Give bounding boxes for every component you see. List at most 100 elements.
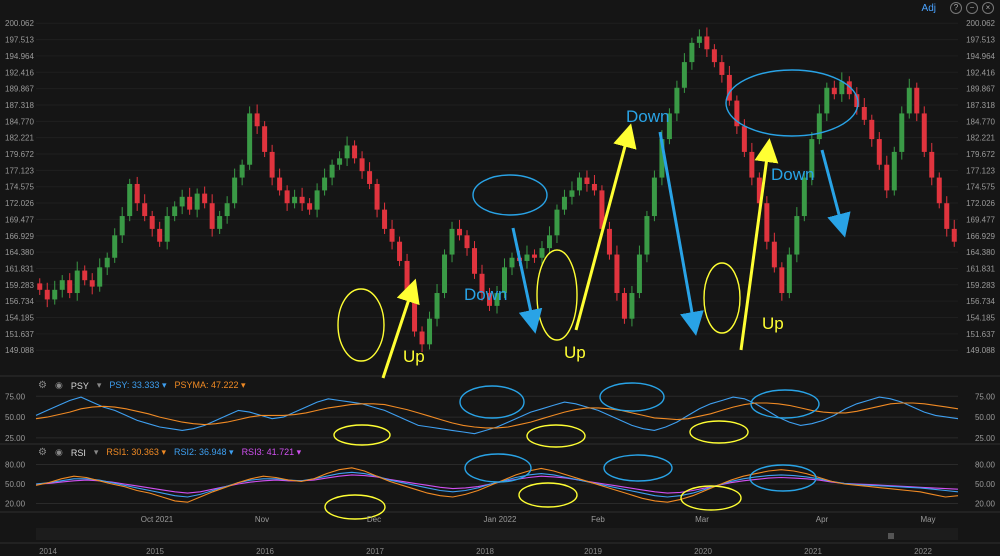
price-tick-label-left: 154.185	[5, 313, 34, 322]
trend-arrow	[820, 149, 851, 238]
candle-bull	[322, 177, 328, 191]
candle-bear	[359, 158, 365, 172]
year-label: 2021	[804, 547, 822, 556]
candle-bull	[539, 248, 545, 258]
highlight-ellipse	[472, 174, 548, 216]
price-tick-label-left: 172.026	[5, 199, 34, 208]
price-tick-label-right: 172.026	[966, 199, 995, 208]
adj-toggle[interactable]: Adj	[922, 3, 936, 14]
candle-bear	[142, 203, 148, 217]
price-tick-label-right: 179.672	[966, 150, 995, 159]
candle-bull	[292, 196, 298, 204]
candle-bull	[194, 193, 200, 210]
price-tick-label-left: 194.964	[5, 52, 34, 61]
gear-icon[interactable]: ⚙	[38, 447, 47, 458]
minimize-icon[interactable]: −	[966, 2, 978, 14]
candle-bear	[187, 196, 193, 210]
annotation-label: Up	[564, 343, 586, 362]
visibility-icon[interactable]: ◉	[55, 380, 63, 391]
candle-bear	[584, 177, 590, 184]
candle-bear	[921, 113, 927, 152]
candle-bear	[936, 177, 942, 204]
price-tick-label-right: 174.575	[966, 183, 995, 192]
highlight-ellipse	[599, 382, 665, 412]
candle-bear	[202, 193, 208, 204]
candle-bull	[794, 216, 800, 255]
gear-icon[interactable]: ⚙	[38, 380, 47, 391]
candle-bear	[704, 36, 710, 50]
rsi-tick-label-left: 80.00	[5, 461, 26, 470]
highlight-ellipse	[333, 424, 391, 446]
price-tick-label-left: 169.477	[5, 215, 34, 224]
price-tick-label-left: 177.123	[5, 166, 34, 175]
candle-bear	[307, 203, 313, 210]
price-tick-label-right: 194.964	[966, 52, 995, 61]
candle-bull	[696, 36, 702, 43]
year-label: 2020	[694, 547, 712, 556]
candle-bear	[89, 280, 95, 287]
trend-arrow	[658, 131, 704, 336]
candle-bear	[884, 164, 890, 191]
candle-bear	[929, 151, 935, 178]
candle-bull	[434, 293, 440, 319]
rsi3-label: RSI3:	[241, 447, 265, 457]
rsi-tick-label-right: 50.00	[975, 480, 996, 489]
highlight-ellipse	[750, 389, 820, 419]
candle-bear	[831, 87, 837, 95]
price-tick-label-left: 174.575	[5, 183, 34, 192]
month-label: May	[920, 515, 935, 524]
price-tick-label-right: 154.185	[966, 313, 995, 322]
close-icon[interactable]: ×	[982, 2, 994, 14]
psyma-line	[35, 402, 959, 429]
year-label: 2017	[366, 547, 384, 556]
candle-bear	[262, 126, 268, 152]
candle-bear	[209, 203, 215, 229]
candle-bull	[427, 318, 433, 345]
price-tick-label-left: 151.637	[5, 330, 34, 339]
psy-tick-label-right: 50.00	[975, 413, 996, 422]
help-icon[interactable]: ?	[950, 2, 962, 14]
price-tick-label-right: 151.637	[966, 330, 995, 339]
candle-bull	[314, 190, 320, 210]
visibility-icon[interactable]: ◉	[55, 447, 63, 458]
candle-bear	[621, 293, 627, 319]
candle-bull	[329, 164, 335, 178]
rsi-header: ⚙ ◉ RSI ▾ RSI1: 30.363 ▾ RSI2: 36.948 ▾ …	[38, 447, 301, 458]
year-label: 2014	[39, 547, 57, 556]
candle-bull	[224, 203, 230, 217]
dropdown-icon[interactable]: ▾	[94, 447, 99, 458]
rsi3-value: 41.721	[266, 447, 295, 457]
candle-bull	[119, 216, 125, 236]
year-label: 2018	[476, 547, 494, 556]
candle-bear	[472, 248, 478, 274]
candle-bull	[239, 164, 245, 178]
candle-bull	[247, 113, 253, 165]
candle-bull	[179, 196, 185, 207]
month-label: Dec	[367, 515, 381, 524]
candle-bear	[134, 183, 140, 204]
candle-bull	[561, 196, 567, 210]
highlight-ellipse	[603, 454, 673, 482]
month-label: Oct 2021	[141, 515, 174, 524]
top-controls: Adj ? − ×	[922, 2, 994, 14]
annotation-label: Down	[464, 285, 507, 304]
candle-bull	[681, 62, 687, 88]
psy-tick-label-left: 50.00	[5, 413, 26, 422]
candle-bear	[771, 241, 777, 268]
rsi2-line	[35, 471, 959, 498]
highlight-ellipse	[536, 249, 578, 341]
candle-bear	[944, 203, 950, 229]
month-label: Mar	[695, 515, 709, 524]
candle-bear	[157, 228, 163, 242]
price-tick-label-left: 156.734	[5, 297, 34, 306]
navigator-track	[36, 528, 958, 540]
psy-tick-label-left: 25.00	[5, 434, 26, 443]
highlight-ellipse	[689, 420, 749, 444]
candle-bear	[741, 126, 747, 152]
candle-bear	[614, 254, 620, 294]
rsi-name: RSI	[70, 447, 86, 458]
candle-bear	[299, 196, 305, 204]
dropdown-icon[interactable]: ▾	[97, 380, 102, 391]
candle-bull	[104, 257, 110, 268]
candle-bull	[217, 216, 223, 229]
